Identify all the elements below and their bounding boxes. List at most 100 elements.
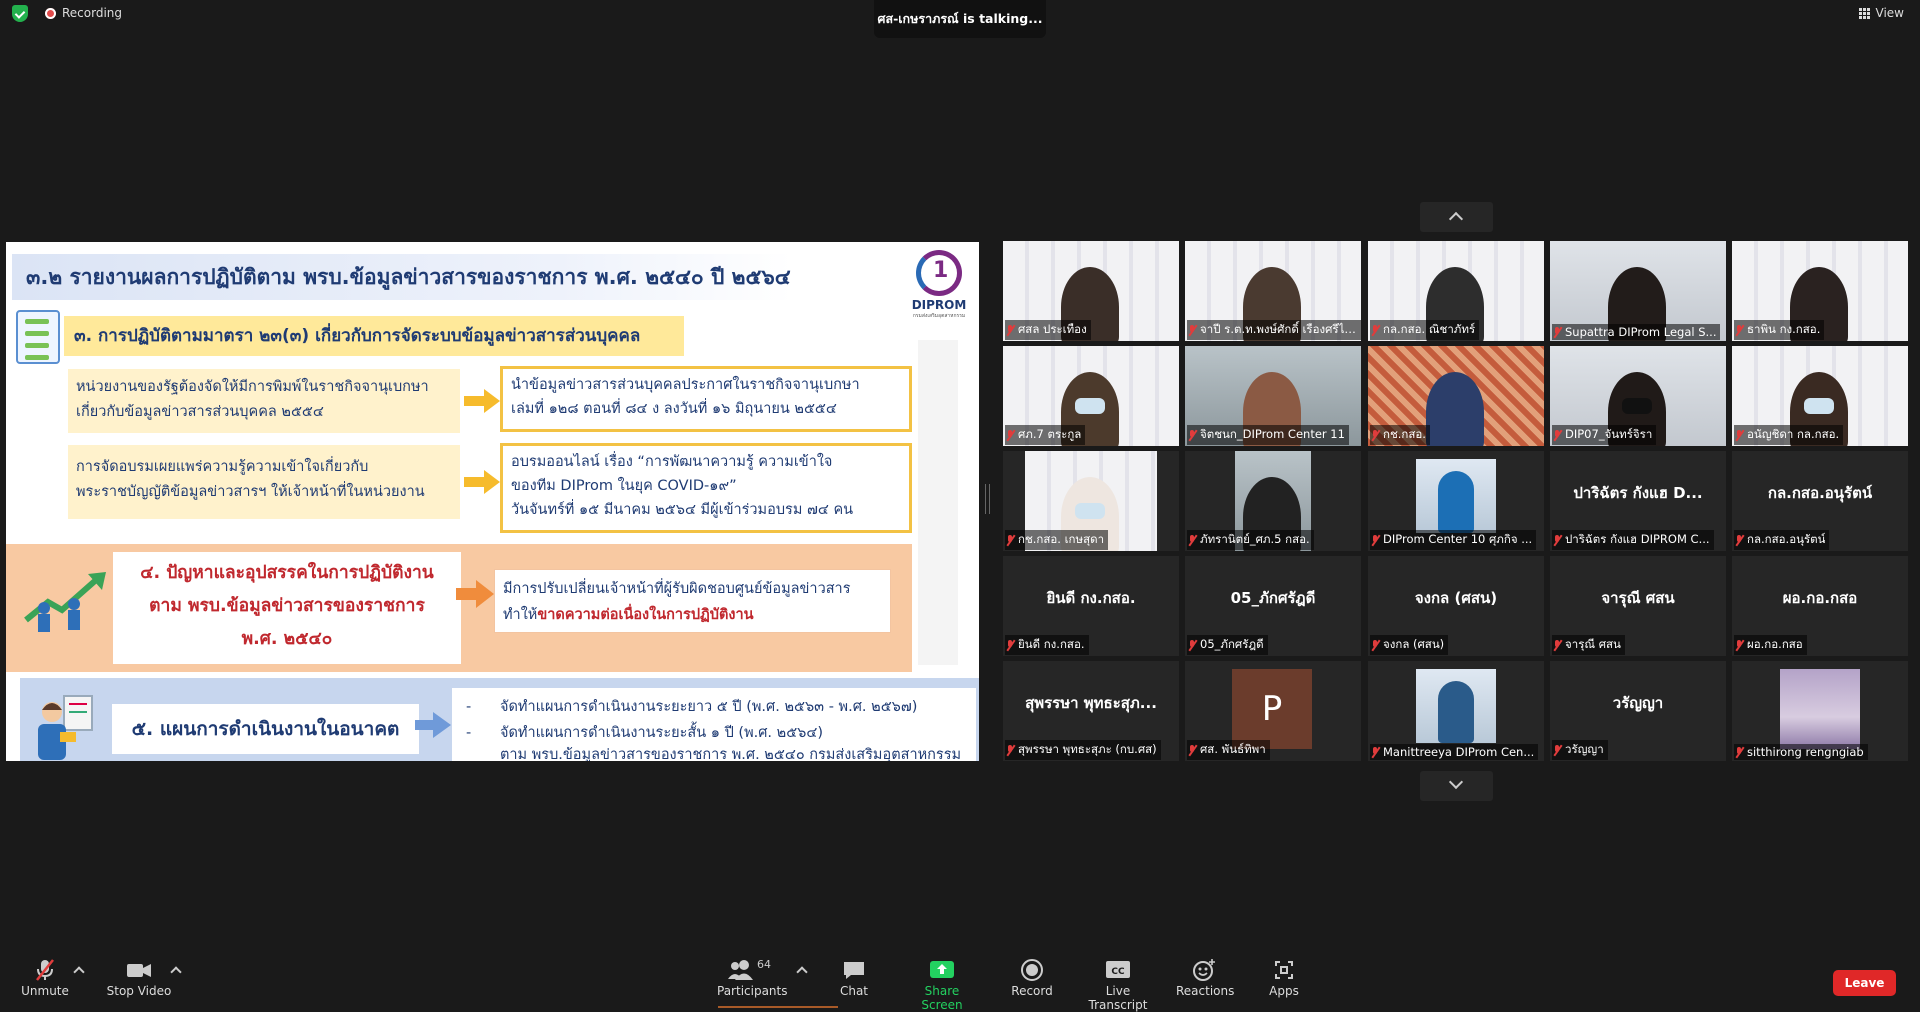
participant-display-name: 05_ภักศรัฎดี: [1230, 589, 1316, 607]
participant-tile[interactable]: P ศส. พันธ์ทิพา: [1185, 661, 1361, 761]
requirement-2-line-2: พระราชบัญญัติข้อมูลข่าวสารฯ ให้เจ้าหน้าท…: [76, 484, 425, 500]
participant-name: จาปี ร.ต.ท.พงษ์ศักดิ์ เรืองศรีไส...: [1200, 322, 1359, 336]
stop-video-label: Stop Video: [106, 984, 172, 998]
participant-tile[interactable]: 05_ภักศรัฎดี 05_ภักศรัฎดี: [1185, 556, 1361, 656]
participant-tile[interactable]: กล.กสอ. ณิชาภัทร์: [1368, 241, 1544, 341]
participant-name-label: ศส. พันธ์ทิพา: [1187, 740, 1270, 760]
stop-video-button[interactable]: Stop Video: [106, 958, 172, 998]
muted-microphone-icon: [20, 958, 70, 981]
participant-display-name: ปาริฉัตร กังแฮ D...: [1573, 484, 1703, 502]
muted-mic-icon: [1736, 324, 1743, 336]
participant-name-label: กล.กสอ.อนุรัตน์: [1734, 530, 1830, 550]
participant-tile[interactable]: Manittreeya DIProm Cen...: [1368, 661, 1544, 761]
participant-display-name: ผอ.กอ.กสอ: [1782, 589, 1858, 607]
muted-mic-icon: [1372, 429, 1379, 441]
chat-label: Chat: [839, 984, 869, 998]
unmute-button[interactable]: Unmute: [20, 958, 70, 998]
participant-tile[interactable]: ผอ.กอ.กสอ ผอ.กอ.กสอ: [1732, 556, 1908, 656]
participant-name-label: กล.กสอ. ณิชาภัทร์: [1370, 320, 1480, 340]
participant-name-label: ธาพิน กง.กสอ.: [1734, 320, 1825, 340]
video-camera-icon: [106, 958, 172, 980]
reactions-button[interactable]: Reactions: [1176, 958, 1234, 998]
participant-tile[interactable]: จงกล (ศสน) จงกล (ศสน): [1368, 556, 1544, 656]
result-2-line-3: วันจันทร์ที่ ๑๕ มีนาคม ๒๕๖๔ มีผู้เข้าร่ว…: [511, 502, 854, 518]
section-3-heading: ๓. การปฏิบัติตามมาตรา ๒๓(๓) เกี่ยวกับการ…: [64, 316, 684, 356]
participants-active-underline: [718, 1006, 838, 1008]
profile-photo: [1416, 669, 1496, 743]
muted-mic-icon: [1736, 639, 1743, 651]
logo-text: DIPROM: [911, 298, 967, 312]
section-4-detail-box: มีการปรับเปลี่ยนเจ้าหน้าที่ผู้รับผิดชอบศ…: [494, 569, 891, 633]
participant-tile[interactable]: DIP07_จันทร์จิรา: [1550, 346, 1726, 446]
muted-mic-icon: [1554, 326, 1561, 338]
participant-tile[interactable]: ศภ.7 ตระกูล: [1003, 346, 1179, 446]
participant-tile[interactable]: Supattra DIProm Legal S...: [1550, 241, 1726, 341]
leave-button[interactable]: Leave: [1833, 970, 1896, 996]
participants-button[interactable]: 64 Participants: [717, 958, 788, 998]
section-5-heading: ๕. แผนการดำเนินงานในอนาคต: [112, 704, 419, 754]
gallery-scroll-up-button[interactable]: [1420, 202, 1493, 232]
participant-tile[interactable]: จาปี ร.ต.ท.พงษ์ศักดิ์ เรืองศรีไส...: [1185, 241, 1361, 341]
grid-view-icon: [1858, 7, 1870, 19]
gallery-scroll-down-button[interactable]: [1420, 771, 1493, 801]
participant-tile[interactable]: sitthirong rengngiab: [1732, 661, 1908, 761]
participants-icon: 64: [717, 958, 781, 980]
participant-name-label: ผอ.กอ.กสอ: [1734, 635, 1807, 655]
logo-subtext: กรมส่งเสริมอุตสาหกรรม: [912, 313, 966, 319]
participant-name: วรัญญา: [1565, 742, 1604, 756]
participant-name-label: จงกล (ศสน): [1370, 635, 1449, 655]
participant-name: ผอ.กอ.กสอ: [1747, 637, 1803, 651]
record-icon: [1010, 958, 1054, 981]
participant-tile[interactable]: สุพรรษา พุทธะสุภ... สุพรรษา พุทธะสุภะ (กบ…: [1003, 661, 1179, 761]
participant-tile[interactable]: จิตชนก_DIProm Center 11: [1185, 346, 1361, 446]
record-button[interactable]: Record: [1010, 958, 1054, 998]
split-view-divider[interactable]: [985, 484, 990, 514]
participant-tile[interactable]: วรัญญา วรัญญา: [1550, 661, 1726, 761]
participant-tile[interactable]: กล.กสอ.อนุรัตน์ กล.กสอ.อนุรัตน์: [1732, 451, 1908, 551]
live-transcript-button[interactable]: CC Live Transcript: [1078, 958, 1158, 1012]
participant-tile[interactable]: กช.กสอ. เกษสุดา: [1003, 451, 1179, 551]
participant-name-label: วรัญญา: [1552, 740, 1608, 760]
participant-name: จิตชนก_DIProm Center 11: [1200, 427, 1345, 441]
security-shield-icon[interactable]: [12, 5, 28, 22]
requirement-box-2: การจัดอบรมเผยแพร่ความรู้ความเข้าใจเกี่ยว…: [68, 445, 460, 519]
diprom-logo-icon: 1: [916, 250, 962, 296]
participant-name-label: DIP07_จันทร์จิรา: [1552, 425, 1657, 445]
participant-name-label: ศภ.7 ตระกูล: [1005, 425, 1086, 445]
participant-name-label: กช.กสอ. เกษสุดา: [1005, 530, 1109, 550]
profile-picture: [1780, 669, 1860, 749]
participant-tile[interactable]: ปาริฉัตร กังแฮ D... ปาริฉัตร กังแฮ DIPROM…: [1550, 451, 1726, 551]
video-options-caret-icon[interactable]: [170, 966, 182, 978]
participant-tile[interactable]: ภัทรานิตย์_ศภ.5 กสอ.: [1185, 451, 1361, 551]
participants-label: Participants: [717, 984, 788, 998]
participant-name: DIP07_จันทร์จิรา: [1565, 427, 1653, 441]
participant-tile[interactable]: ธาพิน กง.กสอ.: [1732, 241, 1908, 341]
participants-options-caret-icon[interactable]: [796, 966, 808, 978]
share-screen-button[interactable]: Share Screen: [906, 958, 978, 1012]
apps-button[interactable]: Apps: [1268, 958, 1300, 998]
view-button[interactable]: View: [1858, 6, 1904, 20]
participant-tile[interactable]: DIProm Center 10 ศุภกิจ ...: [1368, 451, 1544, 551]
participant-name-label: จาปี ร.ต.ท.พงษ์ศักดิ์ เรืองศรีไส...: [1187, 320, 1361, 340]
participant-tile[interactable]: อนัญชิดา กล.กสอ.: [1732, 346, 1908, 446]
participant-name-label: กช.กสอ.: [1370, 425, 1430, 445]
chat-button[interactable]: Chat: [836, 958, 872, 998]
participant-silhouette: [1426, 372, 1484, 446]
participant-tile[interactable]: ศสล ประเทือง: [1003, 241, 1179, 341]
muted-mic-icon: [1007, 639, 1014, 651]
planner-person-icon: [38, 695, 93, 760]
participant-tile[interactable]: กช.กสอ.: [1368, 346, 1544, 446]
arrow-right-icon: [464, 389, 500, 413]
participant-name: ธาพิน กง.กสอ.: [1747, 322, 1821, 336]
muted-mic-icon: [1007, 744, 1014, 756]
muted-mic-icon: [1007, 534, 1014, 546]
participant-tile[interactable]: ยินดี กง.กสอ. ยินดี กง.กสอ.: [1003, 556, 1179, 656]
participant-tile[interactable]: จารุณี ศสน จารุณี ศสน: [1550, 556, 1726, 656]
participant-name-label: จิตชนก_DIProm Center 11: [1187, 425, 1349, 445]
recording-indicator[interactable]: Recording: [45, 6, 122, 20]
view-label: View: [1875, 6, 1904, 20]
result-box-2: อบรมออนไลน์ เรื่อง “การพัฒนาความรู้ ความ…: [500, 443, 912, 533]
participant-name: ศส. พันธ์ทิพา: [1200, 742, 1266, 756]
audio-options-caret-icon[interactable]: [73, 966, 85, 978]
result-2-line-2: ของทีม DIProm ในยุค COVID-๑๙”: [511, 478, 737, 494]
